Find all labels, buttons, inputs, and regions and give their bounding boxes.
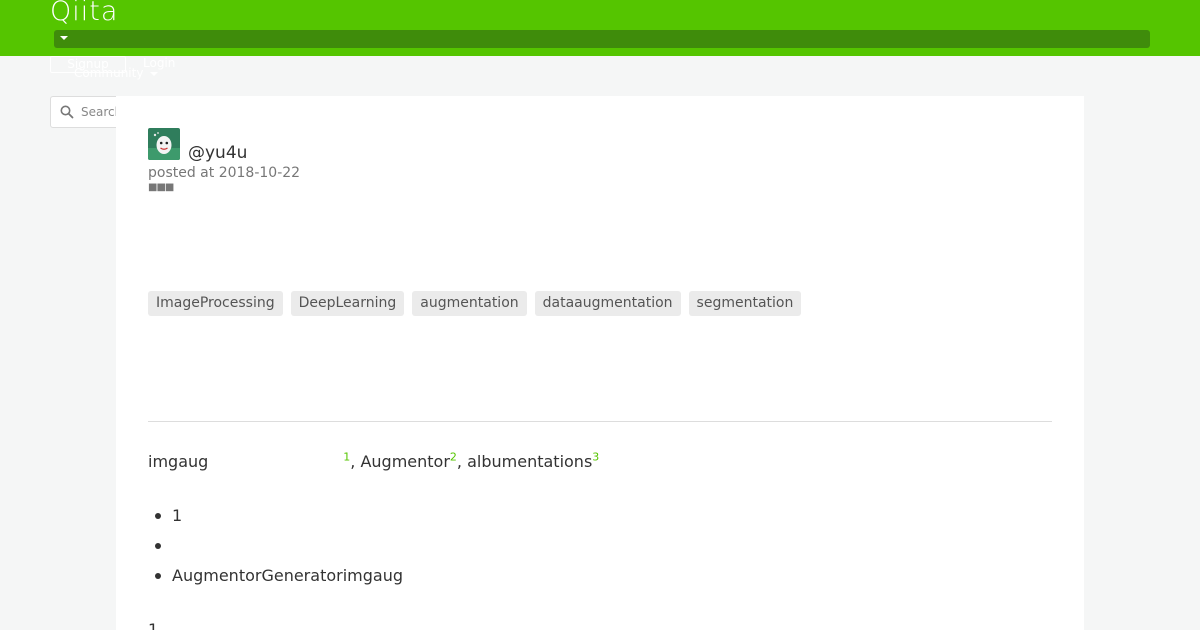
qiita-logo[interactable]: Qiita <box>50 0 118 27</box>
intro-segment: , albumentations <box>456 452 593 471</box>
tag-item[interactable]: DeepLearning <box>290 291 405 316</box>
intro-segment: , Augmentor <box>350 452 450 471</box>
author-username[interactable]: @yu4u <box>188 143 247 163</box>
community-chevron-down-icon[interactable] <box>150 72 158 76</box>
login-link[interactable]: Login <box>143 56 175 71</box>
tag-item[interactable]: augmentation <box>412 291 527 316</box>
nav-bar <box>54 30 1150 48</box>
more-dots-icon[interactable]: ■■■ <box>148 183 174 193</box>
bullet-list: 1 AugmentorGeneratorimgaug <box>148 506 403 596</box>
list-item: 1 <box>148 506 403 536</box>
intro-lead: imgaug <box>148 452 209 471</box>
article-intro-paragraph: imgaug 1, Augmentor2, albumentations3 <box>148 452 1052 472</box>
tag-item[interactable]: segmentation <box>688 291 802 316</box>
list-item <box>148 536 403 566</box>
article-body-text: 1 <box>148 620 159 630</box>
list-item: AugmentorGeneratorimgaug <box>148 566 403 596</box>
avatar-image <box>148 128 180 160</box>
community-menu[interactable]: Community <box>74 66 143 81</box>
footnote-ref-3[interactable]: 3 <box>592 451 599 464</box>
posted-date: posted at 2018-10-22 <box>148 165 301 181</box>
footnote-ref-2[interactable]: 2 <box>450 451 457 464</box>
menu-caret-icon[interactable] <box>60 36 68 40</box>
tag-item[interactable]: ImageProcessing <box>148 291 283 316</box>
tag-list: ImageProcessing DeepLearning augmentatio… <box>148 291 802 316</box>
avatar[interactable] <box>148 128 180 160</box>
search-icon <box>60 105 74 119</box>
tag-item[interactable]: dataaugmentation <box>534 291 681 316</box>
article-divider <box>148 421 1052 422</box>
